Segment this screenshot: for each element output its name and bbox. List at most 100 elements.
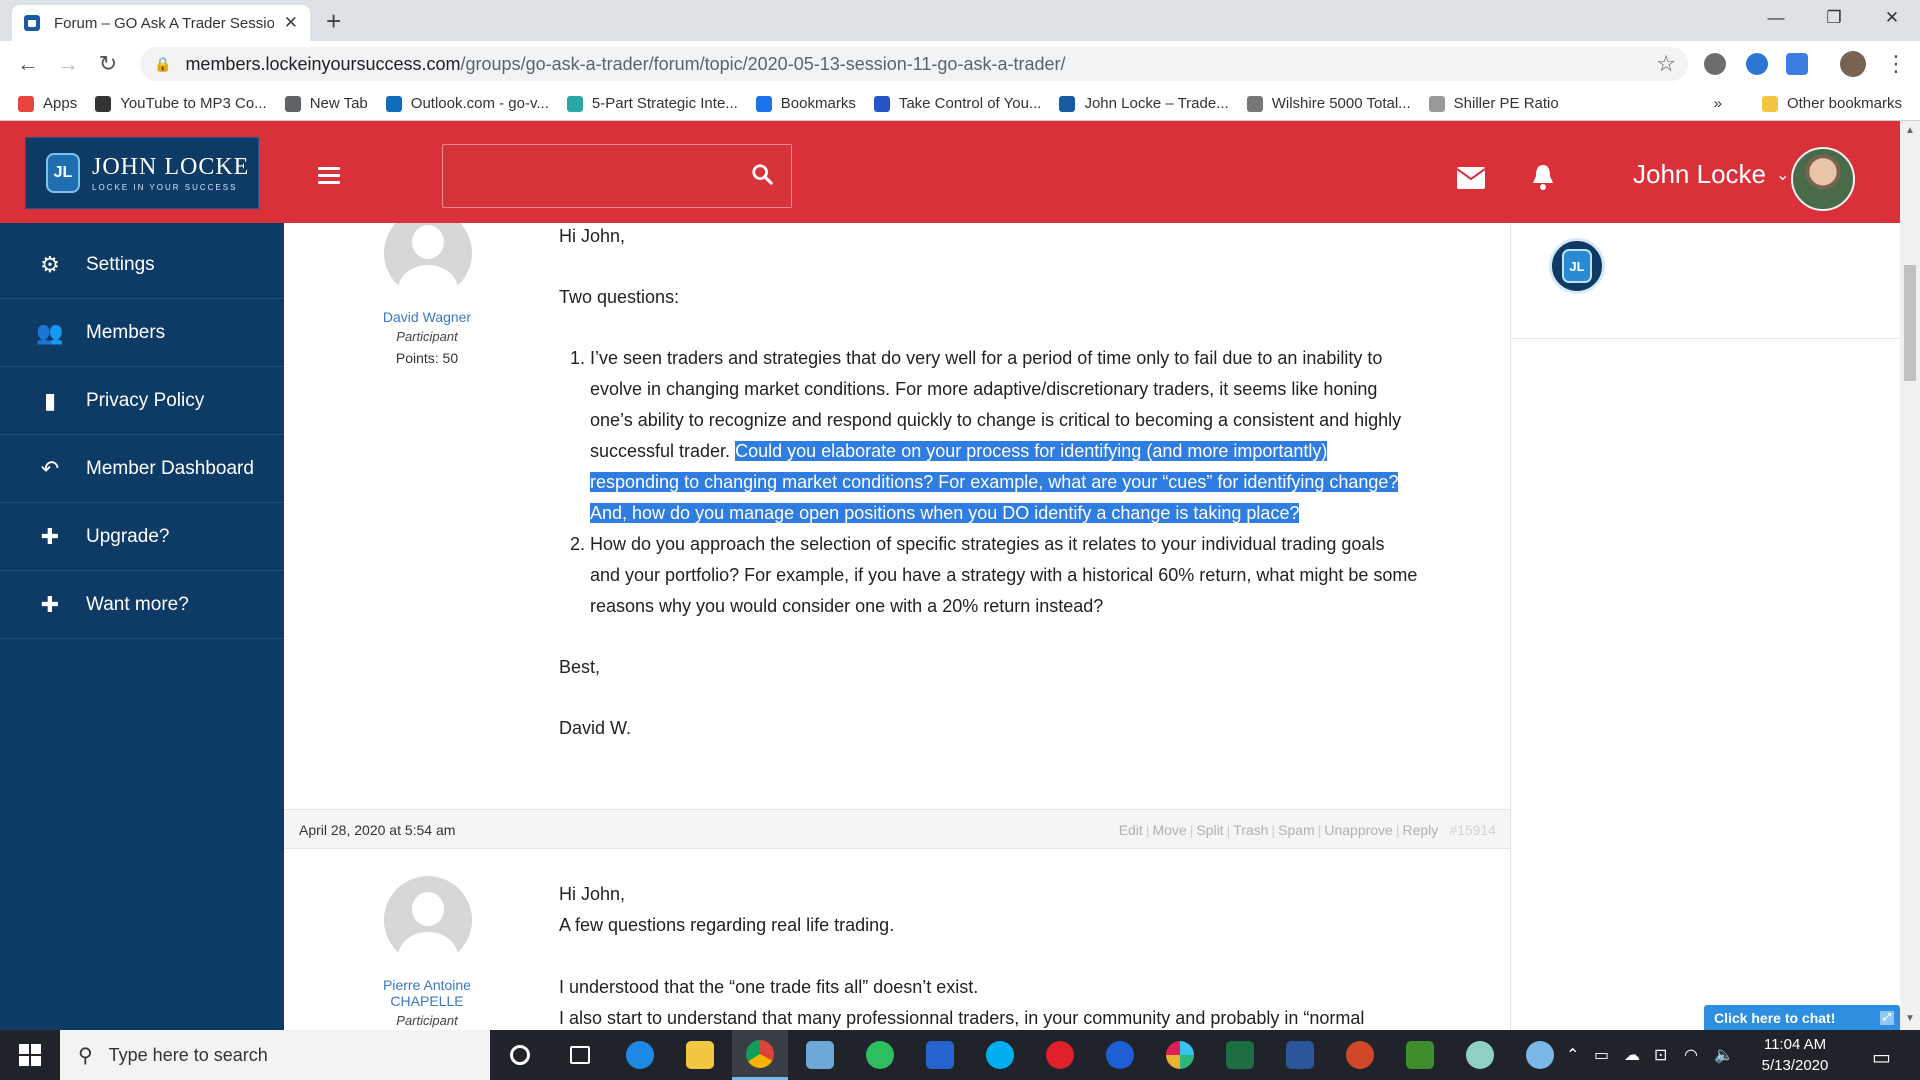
chat-button[interactable]: Click here to chat! ⤢ bbox=[1704, 1005, 1900, 1030]
browser-tab[interactable]: Forum – GO Ask A Trader Session 11 ✕ bbox=[12, 5, 310, 41]
post-action-edit[interactable]: Edit bbox=[1119, 822, 1143, 838]
author-avatar-placeholder[interactable] bbox=[384, 223, 472, 297]
chat-expand-icon[interactable]: ⤢ bbox=[1880, 1010, 1894, 1025]
notifications-icon[interactable]: ▭ bbox=[1872, 1045, 1891, 1070]
bookmark-item[interactable]: 5-Part Strategic Inte... bbox=[566, 95, 738, 112]
scrollbar-thumb[interactable] bbox=[1904, 265, 1916, 381]
bookmark-item[interactable]: Wilshire 5000 Total... bbox=[1246, 95, 1411, 112]
post-action-spam[interactable]: Spam bbox=[1278, 822, 1315, 838]
extension-mail-icon[interactable] bbox=[1786, 53, 1808, 75]
todo-icon[interactable] bbox=[912, 1030, 968, 1080]
taskbar-clock[interactable]: 11:04 AM 5/13/2020 bbox=[1745, 1034, 1845, 1076]
post-action-split[interactable]: Split bbox=[1196, 822, 1223, 838]
minimize-icon[interactable]: — bbox=[1748, 0, 1804, 36]
search-icon[interactable] bbox=[751, 163, 773, 185]
page-scrollbar[interactable]: ▲ ▼ bbox=[1900, 121, 1920, 1030]
powerpoint-icon[interactable] bbox=[1332, 1030, 1388, 1080]
site-search-input[interactable] bbox=[442, 144, 792, 208]
chrome-icon[interactable] bbox=[732, 1030, 788, 1080]
opera-icon[interactable] bbox=[1032, 1030, 1088, 1080]
post-body: Hi John, A few questions regarding real … bbox=[559, 879, 1419, 1030]
user-menu[interactable]: John Locke ⌄ bbox=[1633, 159, 1789, 190]
bookmark-item[interactable]: Apps bbox=[18, 95, 77, 112]
browser-menu-icon[interactable]: ⋮ bbox=[1882, 51, 1910, 77]
file-explorer-icon[interactable] bbox=[672, 1030, 728, 1080]
sidebar-item-members[interactable]: 👥 Members bbox=[0, 299, 284, 367]
site-favicon-icon bbox=[24, 15, 40, 31]
bookmark-label: 5-Part Strategic Inte... bbox=[591, 95, 738, 112]
new-tab-icon[interactable]: + bbox=[326, 6, 341, 37]
other-bookmarks[interactable]: Other bookmarks bbox=[1761, 95, 1902, 112]
post-permalink[interactable]: #15914 bbox=[1449, 822, 1496, 838]
envelope-icon[interactable] bbox=[1457, 167, 1485, 189]
post-action-trash[interactable]: Trash bbox=[1233, 822, 1268, 838]
forward-icon[interactable]: → bbox=[54, 51, 82, 77]
start-button[interactable] bbox=[0, 1030, 60, 1080]
slack-icon[interactable] bbox=[1152, 1030, 1208, 1080]
bookmark-item[interactable]: Take Control of You... bbox=[873, 95, 1041, 112]
evernote-icon[interactable] bbox=[852, 1030, 908, 1080]
task-view-icon[interactable] bbox=[552, 1030, 608, 1080]
author-name-link[interactable]: Pierre Antoine bbox=[337, 977, 517, 993]
word-icon[interactable] bbox=[1272, 1030, 1328, 1080]
scroll-down-icon[interactable]: ▼ bbox=[1905, 1013, 1915, 1024]
address-bar[interactable]: 🔒 members.lockeinyoursuccess.com/groups/… bbox=[140, 47, 1688, 81]
bookmarks-overflow-icon[interactable]: » bbox=[1714, 95, 1722, 112]
bookmark-star-icon[interactable]: ☆ bbox=[1656, 51, 1676, 77]
moon-icon bbox=[1428, 95, 1445, 112]
bookmark-item[interactable]: YouTube to MP3 Co... bbox=[95, 95, 267, 112]
snowflake-app-icon[interactable] bbox=[1512, 1030, 1568, 1080]
cortana-icon[interactable] bbox=[492, 1030, 548, 1080]
author-name-link[interactable]: David Wagner bbox=[337, 309, 517, 325]
camera-app-icon[interactable] bbox=[1452, 1030, 1508, 1080]
post-action-unapprove[interactable]: Unapprove bbox=[1324, 822, 1393, 838]
bookmark-item[interactable]: New Tab bbox=[284, 95, 368, 112]
restore-icon[interactable]: ❐ bbox=[1806, 0, 1862, 36]
network-icon[interactable]: ⊡ bbox=[1654, 1045, 1667, 1065]
group-logo-icon[interactable]: JL bbox=[1549, 238, 1605, 294]
volume-icon[interactable]: 🔈 bbox=[1714, 1045, 1734, 1065]
window-close-icon[interactable]: ✕ bbox=[1864, 0, 1920, 36]
skype-icon[interactable] bbox=[972, 1030, 1028, 1080]
tray-chevron-up-icon[interactable]: ⌃ bbox=[1566, 1045, 1579, 1065]
extension-shield-icon[interactable] bbox=[1746, 53, 1768, 75]
battery-icon[interactable]: ▭ bbox=[1594, 1045, 1609, 1065]
question-text: How do you approach the selection of spe… bbox=[590, 534, 1418, 616]
taskbar-search-input[interactable]: ⚲ Type here to search bbox=[60, 1030, 490, 1080]
sidebar-item-want-more[interactable]: ✚ Want more? bbox=[0, 571, 284, 639]
onedrive-icon[interactable]: ☁ bbox=[1624, 1045, 1640, 1065]
profile-avatar[interactable] bbox=[1840, 51, 1866, 77]
sidebar-item-upgrade[interactable]: ✚ Upgrade? bbox=[0, 503, 284, 571]
media-player-icon[interactable] bbox=[1092, 1030, 1148, 1080]
bookmark-item[interactable]: Outlook.com - go-v... bbox=[385, 95, 549, 112]
edge-icon[interactable] bbox=[612, 1030, 668, 1080]
post-action-move[interactable]: Move bbox=[1152, 822, 1186, 838]
hamburger-menu-icon[interactable] bbox=[318, 167, 340, 188]
sidebar-item-member-dashboard[interactable]: ↶ Member Dashboard bbox=[0, 435, 284, 503]
reload-icon[interactable]: ↻ bbox=[94, 51, 122, 77]
site-logo[interactable]: JL JOHN LOCKE LOCKE IN YOUR SUCCESS bbox=[25, 137, 259, 209]
bookmark-label: Shiller PE Ratio bbox=[1453, 95, 1559, 112]
author-name-link[interactable]: CHAPELLE bbox=[337, 993, 517, 1009]
bell-icon[interactable] bbox=[1531, 163, 1555, 191]
sidebar-item-privacy-policy[interactable]: ▮ Privacy Policy bbox=[0, 367, 284, 435]
close-tab-icon[interactable]: ✕ bbox=[284, 13, 298, 33]
bookmark-item[interactable]: John Locke – Trade... bbox=[1059, 95, 1229, 112]
bookmark-item[interactable]: Bookmarks bbox=[755, 95, 856, 112]
back-icon[interactable]: ← bbox=[14, 51, 42, 77]
post-action-reply[interactable]: Reply bbox=[1402, 822, 1438, 838]
bookmark-item[interactable]: Shiller PE Ratio bbox=[1428, 95, 1559, 112]
notepad-icon[interactable] bbox=[792, 1030, 848, 1080]
sidebar-item-settings[interactable]: ⚙ Settings bbox=[0, 231, 284, 299]
excel-icon[interactable] bbox=[1212, 1030, 1268, 1080]
tab-title: Forum – GO Ask A Trader Session 11 bbox=[54, 14, 274, 32]
post-greeting: Hi John, bbox=[559, 226, 626, 246]
chat-label: Click here to chat! bbox=[1714, 1009, 1836, 1026]
scroll-up-icon[interactable]: ▲ bbox=[1905, 125, 1915, 136]
extension-circle-icon[interactable] bbox=[1704, 53, 1726, 75]
action-separator: | bbox=[1271, 822, 1276, 838]
user-avatar[interactable] bbox=[1791, 147, 1855, 211]
green-star-app-icon[interactable] bbox=[1392, 1030, 1448, 1080]
wifi-icon[interactable]: ◠ bbox=[1684, 1045, 1698, 1065]
author-avatar-placeholder[interactable] bbox=[384, 876, 472, 964]
